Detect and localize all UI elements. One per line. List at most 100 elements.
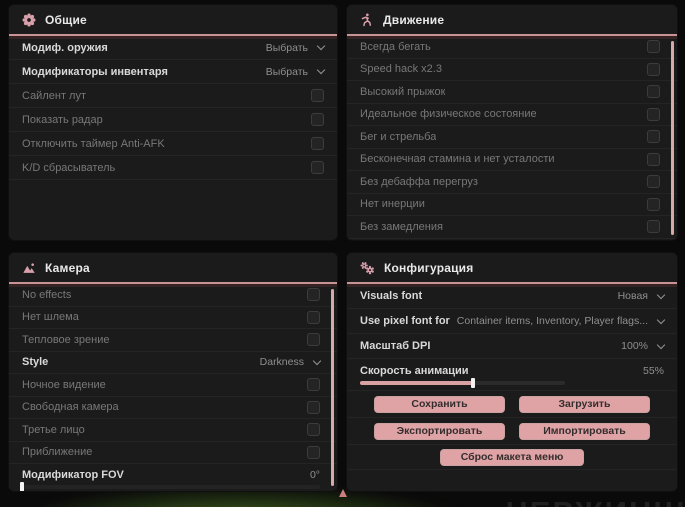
scrollbar[interactable] — [331, 289, 334, 486]
row-label: Ночное видение — [22, 378, 106, 391]
panel-general: Общие Модиф. оружия Выбрать Модификаторы и… — [8, 4, 338, 241]
settings-row: Всегда бегать — [347, 36, 677, 59]
checkbox[interactable] — [307, 333, 320, 347]
row-label: Visuals font — [360, 290, 423, 302]
checkbox[interactable] — [647, 220, 660, 234]
checkbox[interactable] — [311, 89, 324, 102]
panel-general-header[interactable]: Общие — [9, 5, 337, 36]
mod-menu-screen: ЧЕРЖИНШЕ Общие Модиф. оружияВыбратьМодиф — [0, 0, 685, 507]
checkbox[interactable] — [307, 378, 320, 392]
background-triangle-decoration — [339, 489, 347, 497]
row-label: Use pixel font for — [360, 315, 450, 327]
row-label: Скорость анимации — [360, 364, 469, 377]
dropdown[interactable]: Container items, Inventory, Player flags… — [456, 315, 666, 327]
background-watermark: ЧЕРЖИНШЕ — [506, 495, 685, 507]
checkbox[interactable] — [307, 445, 320, 459]
checkbox[interactable] — [311, 137, 324, 150]
row-label: Приближение — [22, 446, 93, 459]
scrollbar[interactable] — [671, 41, 674, 235]
checkbox[interactable] — [311, 161, 324, 174]
panel-config-header[interactable]: Конфигурация — [347, 253, 677, 284]
chevron-down-icon — [316, 65, 326, 75]
panel-movement-header[interactable]: Движение — [347, 5, 677, 36]
checkbox[interactable] — [307, 310, 320, 324]
chevron-down-icon — [656, 340, 666, 349]
row-label: Бесконечная стамина и нет усталости — [360, 153, 555, 166]
slider-track[interactable] — [20, 481, 320, 491]
checkbox[interactable] — [647, 62, 660, 76]
settings-row: Нет инерции — [347, 194, 677, 216]
settings-row: Сохранить Загрузить — [347, 391, 677, 418]
panel-config: Конфигурация Visuals font Новая Use pixel … — [346, 252, 678, 492]
slider-handle[interactable] — [470, 377, 475, 388]
dropdown[interactable]: Darkness — [260, 356, 322, 368]
settings-row: Масштаб DPI 100% — [347, 334, 677, 359]
checkbox[interactable] — [647, 107, 660, 121]
slider-handle[interactable] — [20, 481, 24, 491]
chevron-down-icon — [656, 290, 666, 299]
checkbox[interactable] — [647, 40, 660, 54]
dropdown-value: 100% — [621, 340, 648, 352]
row-label: Нет инерции — [360, 198, 425, 211]
settings-row: Показать радар — [9, 108, 337, 132]
settings-row: Тепловое зрение — [9, 329, 337, 352]
checkbox[interactable] — [647, 85, 660, 99]
dropdown[interactable]: Выбрать — [265, 41, 326, 54]
checkbox[interactable] — [647, 197, 660, 211]
row-label: Без дебаффа перегруз — [360, 175, 478, 188]
checkbox[interactable] — [647, 175, 660, 189]
settings-row: Без дебаффа перегруз — [347, 171, 677, 194]
settings-row: Сброс макета меню — [347, 445, 677, 470]
row-label: Масштаб DPI — [360, 340, 431, 352]
panel-title: Общие — [45, 12, 87, 27]
checkbox[interactable] — [647, 130, 660, 144]
row-label: Отключить таймер Anti-AFK — [22, 137, 165, 150]
row-label: Всегда бегать — [360, 40, 431, 53]
image-icon — [22, 261, 36, 275]
settings-row: Скорость анимации 55% — [347, 359, 677, 391]
gears-icon — [360, 261, 375, 275]
checkbox[interactable] — [647, 152, 660, 166]
dropdown[interactable]: Новая — [618, 290, 666, 302]
settings-row: K/D сбрасыватель — [9, 156, 337, 180]
slider-value: 55% — [642, 364, 664, 377]
settings-row: Отключить таймер Anti-AFK — [9, 132, 337, 156]
checkbox[interactable] — [311, 113, 324, 126]
row-label: Модификатор FOV — [22, 468, 124, 481]
settings-row: Бесконечная стамина и нет усталости — [347, 149, 677, 171]
row-label: Speed hack x2.3 — [360, 63, 442, 76]
row-label: Style — [22, 356, 49, 369]
row-label: Свободная камера — [22, 401, 119, 414]
settings-row: Speed hack x2.3 — [347, 59, 677, 81]
panel-camera: Камера No effects Нет шлема Тепловое зрени… — [8, 252, 338, 492]
settings-row: Ночное видение — [9, 374, 337, 397]
row-label: Сайлент лут — [22, 89, 86, 102]
settings-row: Модификатор FOV 0° — [9, 464, 337, 491]
checkbox[interactable] — [307, 400, 320, 414]
row-label: Без замедления — [360, 220, 443, 233]
dropdown[interactable]: 100% — [621, 340, 666, 352]
settings-row: Идеальное физическое состояние — [347, 104, 677, 126]
action-button[interactable]: Сохранить — [374, 395, 505, 413]
panel-camera-header[interactable]: Камера — [9, 253, 337, 284]
action-button[interactable]: Экспортировать — [374, 422, 505, 440]
dropdown-value: Выбрать — [265, 41, 308, 54]
settings-row: Use pixel font for Container items, Inven… — [347, 309, 677, 334]
row-label: Показать радар — [22, 113, 103, 126]
action-button[interactable]: Сброс макета меню — [439, 448, 585, 466]
action-button[interactable]: Импортировать — [519, 422, 650, 440]
action-button[interactable]: Загрузить — [519, 395, 650, 413]
settings-row: Модификаторы инвентаря Выбрать — [9, 60, 337, 84]
checkbox[interactable] — [307, 423, 320, 437]
dropdown[interactable]: Выбрать — [266, 65, 326, 78]
chevron-down-icon — [656, 315, 666, 324]
gear-icon — [22, 13, 36, 27]
runner-icon — [360, 13, 374, 27]
row-label: Высокий прыжок — [360, 85, 446, 98]
panel-title: Конфигурация — [384, 260, 474, 275]
dropdown-value: Container items, Inventory, Player flags… — [456, 315, 648, 327]
slider-track[interactable] — [360, 377, 565, 388]
chevron-down-icon — [316, 41, 326, 51]
settings-row: Style Darkness — [9, 352, 337, 374]
checkbox[interactable] — [307, 288, 320, 302]
